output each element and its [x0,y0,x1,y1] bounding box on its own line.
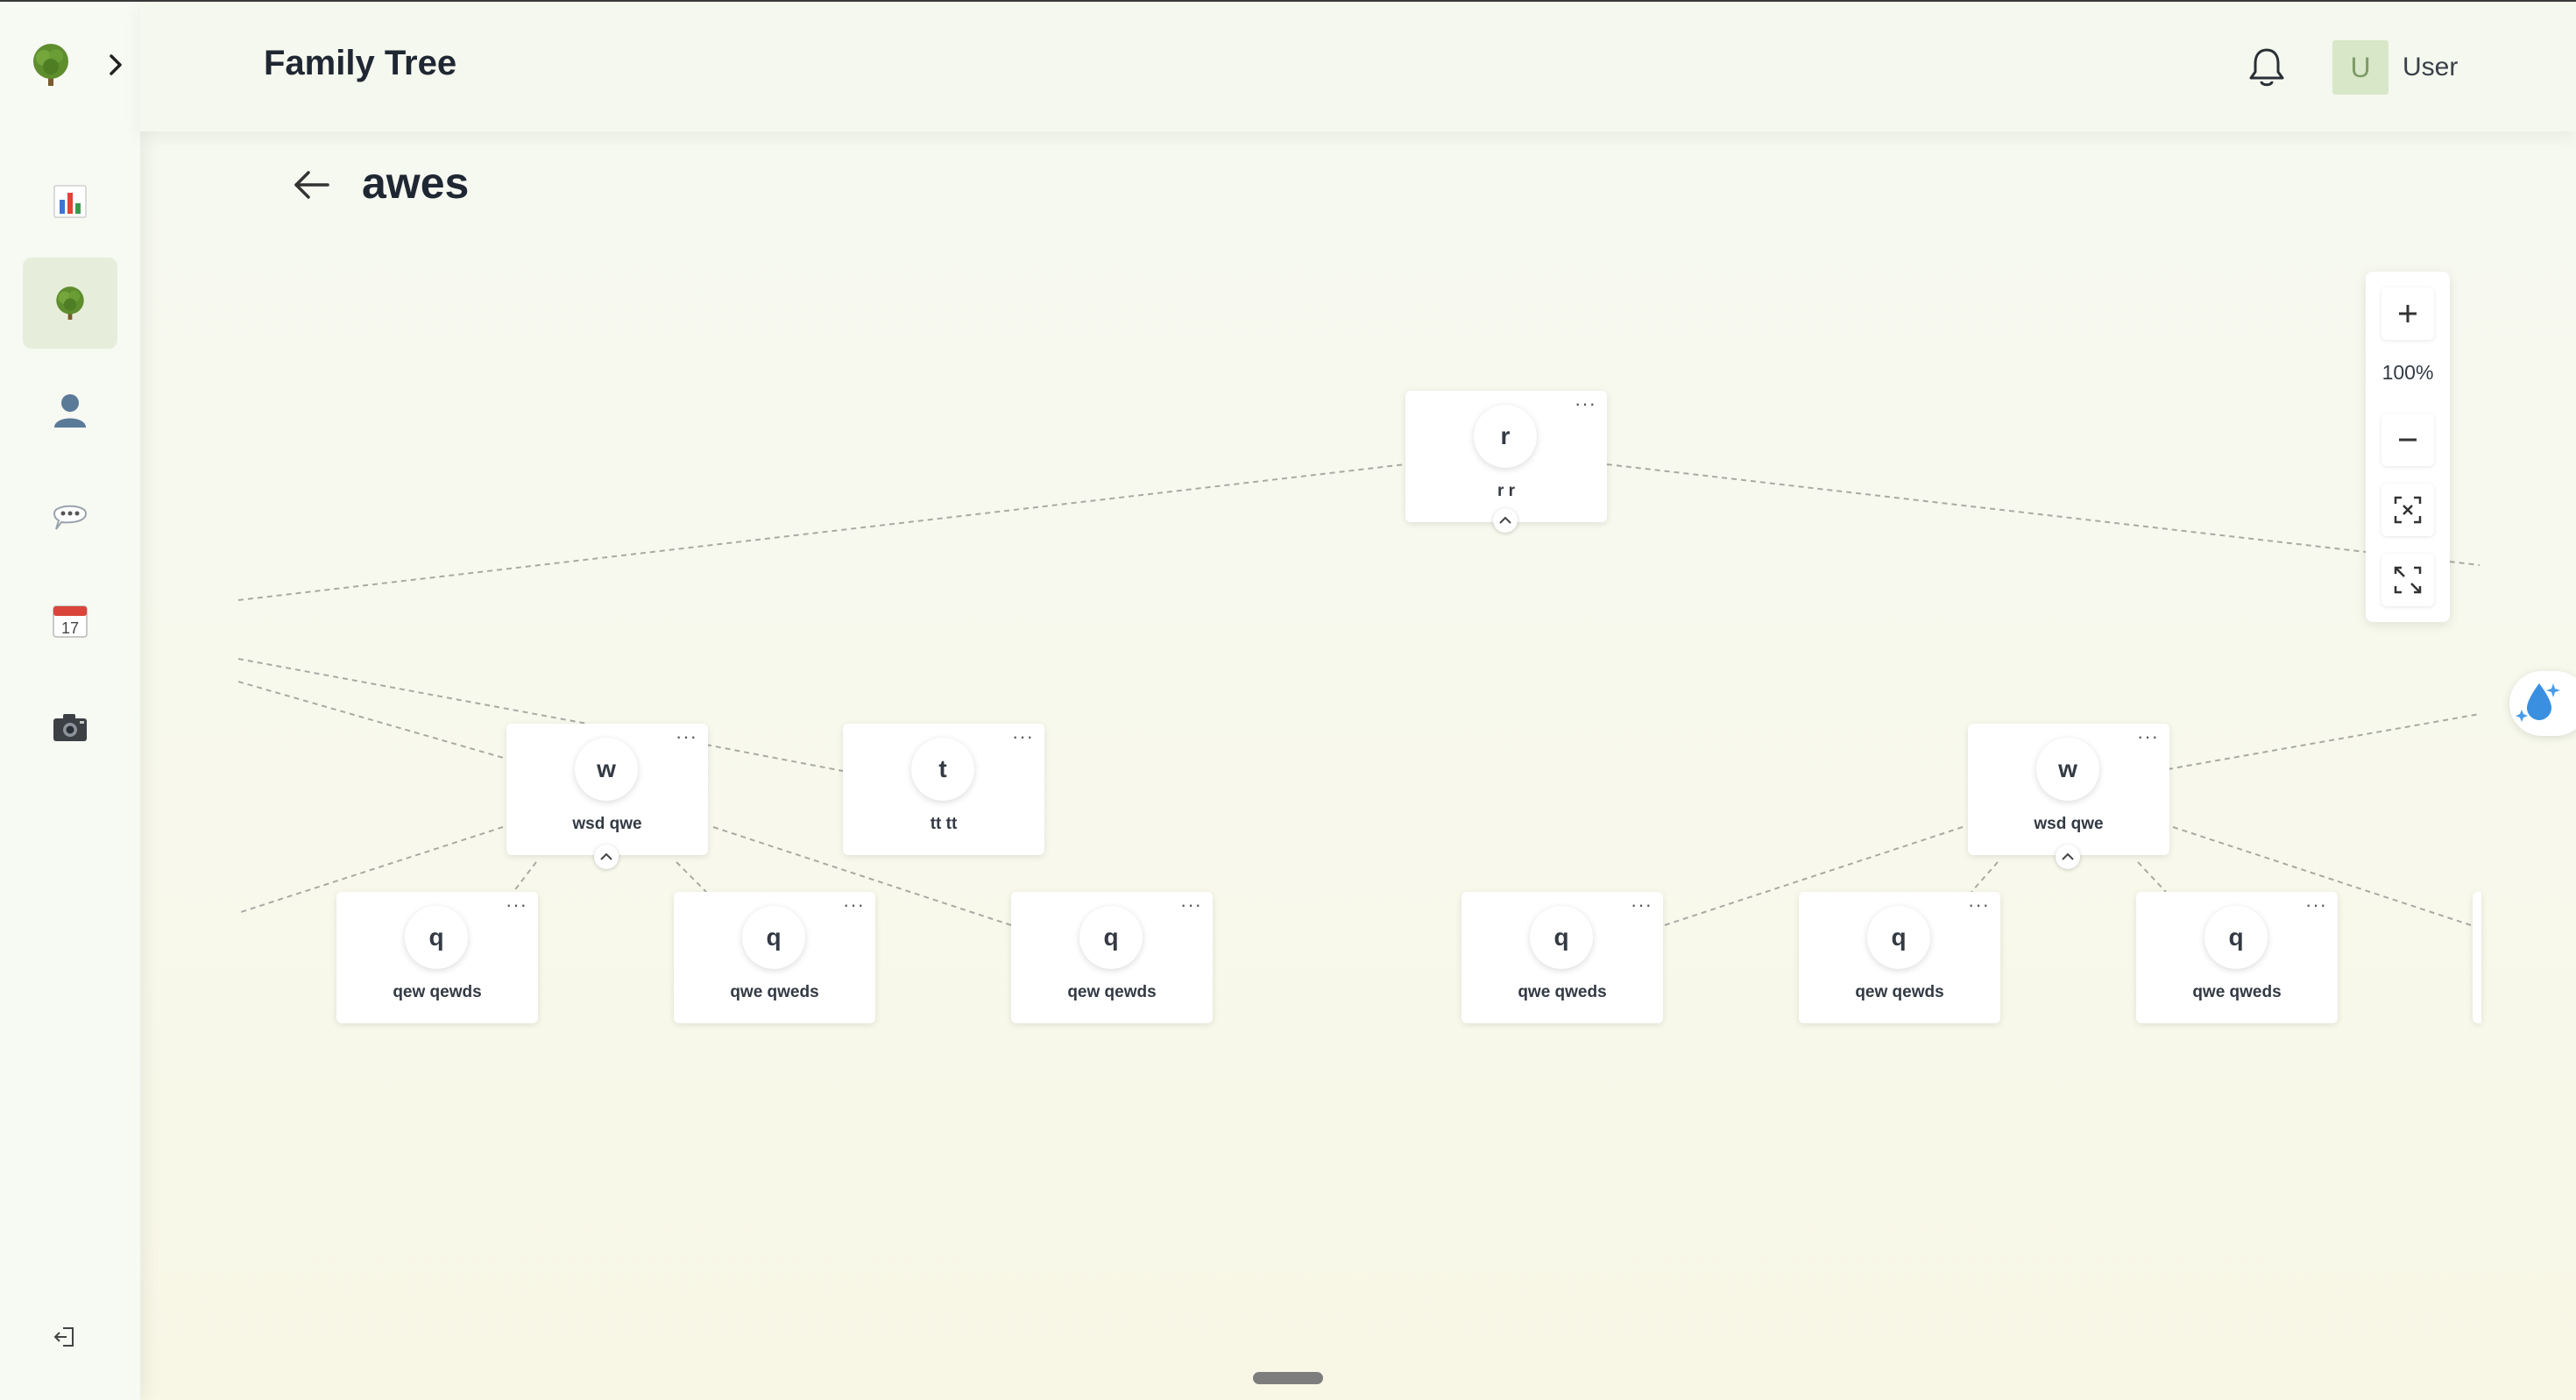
node-name: tt tt [930,815,958,833]
node-name: wsd qwe [572,815,642,833]
expand-arrows-icon [2394,566,2422,594]
node-menu-icon[interactable]: ··· [1968,894,1990,916]
node-name: qew qewds [393,983,482,1001]
node-avatar: q [1079,906,1143,969]
tree-connector-lines [237,463,2480,926]
tree-node[interactable]: ··· q qwe qweds [1461,892,1663,1023]
node-avatar: q [1867,906,1930,969]
fit-to-screen-button[interactable] [2381,484,2434,536]
node-avatar: w [575,738,638,801]
node-name: r r [1497,482,1516,500]
collapse-arrows-icon [2394,496,2422,524]
tree-node[interactable]: ··· w wsd qwe [506,724,708,855]
tree-node[interactable]: ··· r r r [1405,391,1607,522]
node-menu-icon[interactable]: ··· [2137,725,2159,748]
zoom-in-button[interactable] [2381,287,2434,340]
tree-node[interactable]: ··· q qwe qweds [2136,892,2338,1023]
node-avatar: w [2036,738,2099,801]
tree-node[interactable]: ··· q qew qewds [336,892,538,1023]
tree-node[interactable]: ··· t tt tt [843,724,1044,855]
node-avatar: r [1474,405,1537,468]
node-menu-icon[interactable]: ··· [506,894,527,916]
plus-icon [2399,305,2417,322]
family-tree-canvas[interactable]: ··· r r r ··· w wsd qwe ··· t tt tt ··· … [0,0,2576,1400]
collapse-chevron-up-icon[interactable] [1493,508,1518,533]
node-avatar: q [1530,906,1593,969]
zoom-level: 100% [2381,361,2434,384]
node-avatar: q [742,906,805,969]
node-menu-icon[interactable]: ··· [843,894,865,916]
node-menu-icon[interactable]: ··· [676,725,697,748]
minus-icon [2399,438,2417,442]
tree-node[interactable]: ··· w wsd qwe [1968,724,2169,855]
tree-node[interactable]: ··· q qwe qweds [674,892,875,1023]
ai-assistant-sparkle-icon[interactable] [2509,671,2576,736]
node-name: qwe qweds [730,983,819,1001]
horizontal-scroll-handle[interactable] [1253,1372,1323,1384]
node-menu-icon[interactable]: ··· [1180,894,1202,916]
node-name: qwe qweds [2192,983,2282,1001]
zoom-controls [2366,272,2450,622]
collapse-chevron-up-icon[interactable] [594,845,619,869]
node-menu-icon[interactable]: ··· [2305,894,2327,916]
node-name: qew qewds [1855,983,1944,1001]
node-menu-icon[interactable]: ··· [1631,894,1652,916]
node-name: qew qewds [1067,983,1157,1001]
collapse-chevron-up-icon[interactable] [2056,845,2080,869]
node-avatar: t [911,738,974,801]
tree-node[interactable]: ··· q qew qewds [1011,892,1213,1023]
fullscreen-button[interactable] [2381,554,2434,606]
node-menu-icon[interactable]: ··· [1012,725,1034,748]
tree-node-partial[interactable] [2473,892,2481,1023]
node-avatar: q [2204,906,2268,969]
node-menu-icon[interactable]: ··· [1575,392,1596,415]
node-name: wsd qwe [2034,815,2104,833]
node-avatar: q [405,906,468,969]
node-name: qwe qweds [1518,983,1607,1001]
tree-node[interactable]: ··· q qew qewds [1799,892,2000,1023]
zoom-out-button[interactable] [2381,414,2434,466]
